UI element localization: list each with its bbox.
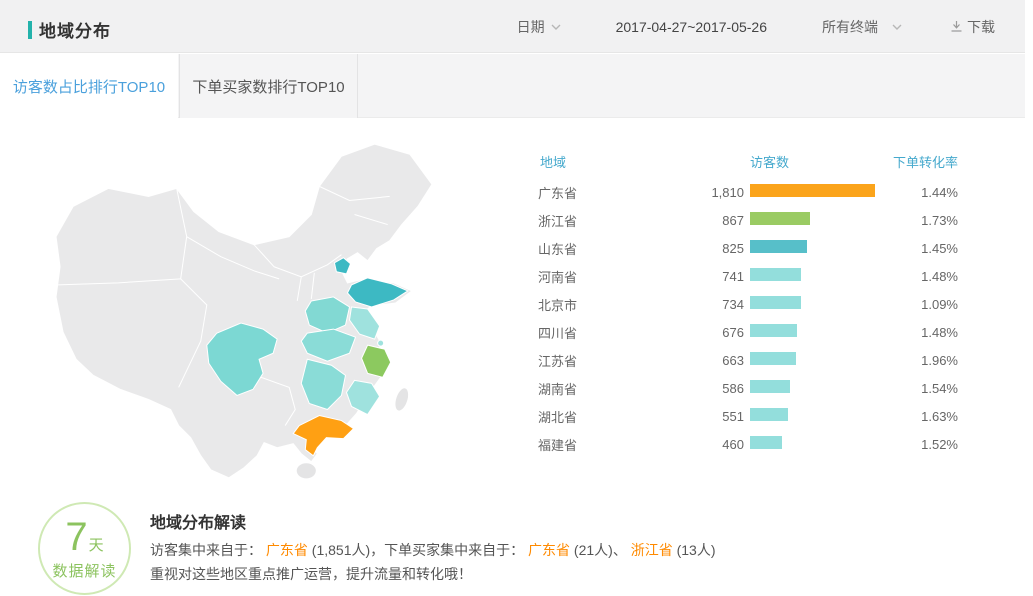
china-map (48, 136, 450, 486)
terminal-dropdown[interactable]: 所有终端 (822, 17, 902, 37)
conversion-value: 1.45% (886, 241, 958, 256)
region-label: 浙江省 (538, 211, 668, 230)
visitors-value: 825 (668, 241, 744, 256)
visitors-value: 663 (668, 353, 744, 368)
conversion-value: 1.63% (886, 409, 958, 424)
column-header-region: 地域 (540, 152, 566, 171)
table-row: 浙江省 867 1.73% (538, 206, 958, 234)
visitors-ranking-table: 地域 访客数 下单转化率 广东省 1,810 1.44% 浙江省 867 1.7… (538, 146, 958, 458)
region-label: 山东省 (538, 239, 668, 258)
badge-subtitle: 数据解读 (52, 560, 116, 581)
badge-number: 7 (65, 517, 87, 557)
table-row: 山东省 825 1.45% (538, 234, 958, 262)
region-label: 江苏省 (538, 351, 668, 370)
visitors-bar (750, 184, 875, 197)
table-row: 河南省 741 1.48% (538, 262, 958, 290)
terminal-dropdown-label: 所有终端 (822, 17, 878, 37)
highlighted-region-name: 广东省 (266, 542, 308, 558)
insight-text: (21人)、 (570, 542, 631, 558)
insight-line1: 访客集中来自于： 广东省 (1,851人)，下单买家集中来自于： 广东省 (21… (150, 540, 716, 560)
tab-buyers-top10[interactable]: 下单买家数排行TOP10 (179, 54, 358, 118)
visitors-bar (750, 380, 790, 393)
visitors-value: 551 (668, 409, 744, 424)
table-row: 湖北省 551 1.63% (538, 402, 958, 430)
province-shandong[interactable] (347, 278, 407, 307)
region-label: 福建省 (538, 435, 668, 454)
panel-header: 地域分布 日期 2017-04-27~2017-05-26 所有终端 下载 (0, 0, 1025, 53)
visitors-bar (750, 212, 810, 225)
region-label: 北京市 (538, 295, 668, 314)
visitors-value: 586 (668, 381, 744, 396)
date-range-value[interactable]: 2017-04-27~2017-05-26 (616, 19, 767, 35)
insight-text: (1,851人)，下单买家集中来自于： (308, 542, 528, 558)
table-row: 北京市 734 1.09% (538, 290, 958, 318)
visitors-bar (750, 296, 801, 309)
visitors-bar (750, 268, 801, 281)
insight-line2: 重视对这些地区重点推广运营，提升流量和转化哦！ (150, 564, 472, 584)
insight-text: 访客集中来自于： (150, 542, 266, 558)
conversion-value: 1.48% (886, 325, 958, 340)
page-title: 地域分布 (39, 17, 111, 42)
visitors-bar (750, 240, 807, 253)
region-label: 湖北省 (538, 407, 668, 426)
map-base (56, 144, 432, 478)
conversion-value: 1.44% (886, 185, 958, 200)
download-button[interactable]: 下载 (950, 17, 995, 37)
column-header-visitors: 访客数 (750, 152, 789, 171)
table-row: 广东省 1,810 1.44% (538, 178, 958, 206)
conversion-value: 1.96% (886, 353, 958, 368)
conversion-value: 1.52% (886, 437, 958, 452)
table-row: 福建省 460 1.52% (538, 430, 958, 458)
date-dropdown[interactable]: 日期 (517, 17, 561, 37)
tab-bar: 访客数占比排行TOP10 下单买家数排行TOP10 (0, 54, 1025, 118)
visitors-value: 741 (668, 269, 744, 284)
region-label: 广东省 (538, 183, 668, 202)
visitors-value: 867 (668, 213, 744, 228)
visitors-value: 676 (668, 325, 744, 340)
table-row: 四川省 676 1.48% (538, 318, 958, 346)
insight-text: (13人) (673, 542, 716, 558)
visitors-value: 734 (668, 297, 744, 312)
table-header-row: 地域 访客数 下单转化率 (538, 146, 958, 176)
chevron-down-icon (892, 24, 902, 30)
chevron-down-icon (551, 24, 561, 30)
insight-badge: 7 天 数据解读 (38, 502, 131, 595)
column-header-conversion: 下单转化率 (893, 152, 958, 171)
visitors-bar (750, 436, 782, 449)
insight-heading: 地域分布解读 (150, 509, 246, 533)
visitors-bar (750, 324, 797, 337)
download-icon (950, 20, 963, 33)
highlighted-region-name: 浙江省 (631, 542, 673, 558)
download-label: 下载 (967, 17, 995, 37)
visitors-bar (750, 408, 788, 421)
conversion-value: 1.48% (886, 269, 958, 284)
conversion-value: 1.73% (886, 213, 958, 228)
visitors-value: 1,810 (668, 185, 744, 200)
island-taiwan (392, 386, 411, 413)
regional-distribution-panel: 地域分布 日期 2017-04-27~2017-05-26 所有终端 下载 访客… (0, 0, 1033, 596)
highlighted-region-name: 广东省 (528, 542, 570, 558)
title-accent-bar (28, 21, 32, 39)
region-label: 湖南省 (538, 379, 668, 398)
tab-visitors-top10[interactable]: 访客数占比排行TOP10 (0, 54, 178, 119)
island-hainan (296, 463, 316, 479)
scrollbar-gutter (1025, 0, 1033, 119)
province-shanghai[interactable] (378, 340, 384, 346)
visitors-bar (750, 352, 796, 365)
badge-unit: 天 (89, 538, 104, 553)
region-label: 河南省 (538, 267, 668, 286)
table-row: 江苏省 663 1.96% (538, 346, 958, 374)
region-label: 四川省 (538, 323, 668, 342)
visitors-value: 460 (668, 437, 744, 452)
conversion-value: 1.09% (886, 297, 958, 312)
date-dropdown-label: 日期 (517, 17, 545, 37)
conversion-value: 1.54% (886, 381, 958, 396)
table-row: 湖南省 586 1.54% (538, 374, 958, 402)
